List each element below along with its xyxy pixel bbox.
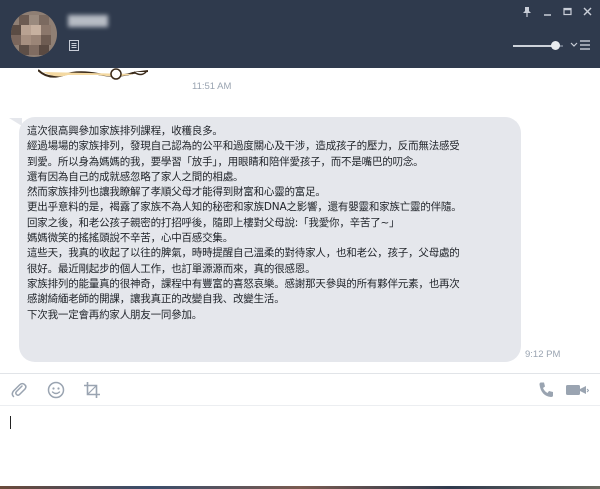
avatar[interactable] bbox=[11, 11, 57, 57]
text-caret bbox=[10, 416, 11, 429]
phone-icon[interactable] bbox=[538, 381, 554, 399]
message-timestamp: 11:51 AM bbox=[192, 81, 232, 92]
chat-header bbox=[0, 0, 600, 68]
message-line: 媽媽微笑的搖搖頭說不辛苦，心中百感交集。 bbox=[27, 232, 233, 245]
attach-icon[interactable] bbox=[10, 381, 28, 399]
message-line: 到愛。所以身為媽媽的我，要學習「放手」，用眼睛和陪伴愛孩子，而不是嘴巴的叨念。 bbox=[27, 155, 424, 168]
contact-name bbox=[68, 15, 108, 27]
window-controls bbox=[522, 6, 592, 18]
slider-knob[interactable] bbox=[551, 41, 560, 50]
composer-toolbar bbox=[0, 373, 600, 405]
message-bubble[interactable]: 這次很高興參加家族排列課程，收穫良多。 經過場場的家族排列，發現自己認為的公平和… bbox=[19, 117, 521, 362]
message-input[interactable] bbox=[0, 405, 600, 486]
crop-icon[interactable] bbox=[83, 381, 101, 399]
message-line: 回家之後，和老公孩子親密的打招呼後，隨即上樓對父母說:「我愛你，辛苦了~」 bbox=[27, 216, 400, 229]
message-line: 下次我一定會再約家人朋友一同參加。 bbox=[27, 308, 203, 321]
message-line: 這次很高興參加家族排列課程，收穫良多。 bbox=[27, 125, 223, 137]
message-line: 家族排列的能量真的很神奇，課程中有豐富的喜怒哀樂。感謝那天參與的所有夥伴元素，也… bbox=[27, 277, 460, 290]
menu-icon[interactable] bbox=[570, 39, 592, 51]
maximize-icon[interactable] bbox=[563, 6, 572, 18]
message-line: 這些天，我真的收起了以往的脾氣，時時提醒自己溫柔的對待家人，也和老公，孩子，父母… bbox=[27, 247, 460, 260]
emoji-icon[interactable] bbox=[47, 381, 65, 399]
slider-fill bbox=[513, 45, 556, 47]
message-line: 感謝綺緬老師的開課，讓我真正的改變自我、改變生活。 bbox=[27, 293, 285, 306]
message-line: 更出乎意料的是，褐露了家族不為人知的秘密和家族DNA之影響，還有嬰靈和家族亡靈的… bbox=[27, 201, 462, 214]
message-line: 經過場場的家族排列，發現自己認為的公平和過度關心及干涉，造成孩子的壓力，反而無法… bbox=[27, 140, 460, 153]
close-icon[interactable] bbox=[583, 6, 592, 18]
note-icon[interactable] bbox=[69, 40, 79, 51]
message-line: 很好。最近剛起步的個人工作，也訂單源源而來，真的很感恩。 bbox=[27, 262, 316, 275]
message-timestamp: 9:12 PM bbox=[525, 349, 561, 360]
volume-slider[interactable] bbox=[513, 41, 563, 50]
minimize-icon[interactable] bbox=[543, 6, 552, 18]
message-line: 然而家族排列也讓我瞭解了孝順父母才能得到財富和心靈的富足。 bbox=[27, 186, 326, 199]
sticker-image[interactable] bbox=[38, 68, 148, 82]
message-line: 還有因為自己的成就感忽略了家人之間的相處。 bbox=[27, 170, 244, 183]
video-icon[interactable] bbox=[565, 381, 589, 399]
pin-icon[interactable] bbox=[522, 6, 532, 18]
